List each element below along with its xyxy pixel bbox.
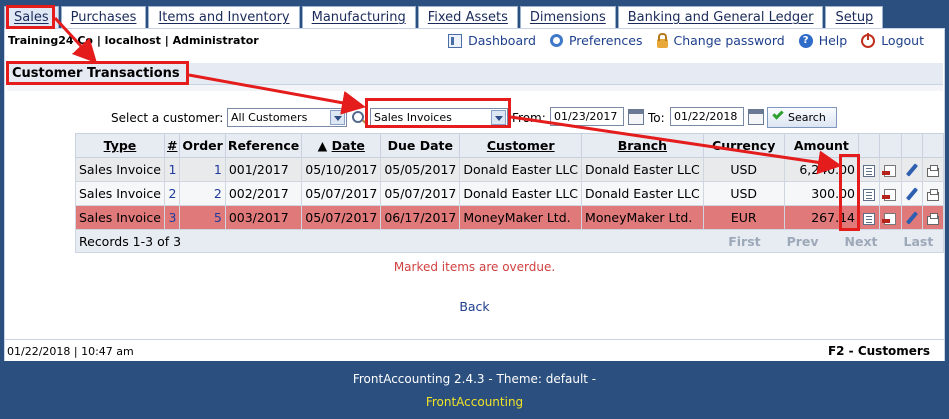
column-header-type[interactable]: Type xyxy=(75,133,165,158)
column-header-number[interactable]: # xyxy=(163,133,181,158)
checkmark-icon xyxy=(772,108,784,120)
transaction-number-link[interactable]: 1 xyxy=(163,157,181,182)
back-link[interactable]: Back xyxy=(5,299,944,314)
edit-icon[interactable] xyxy=(905,163,918,177)
customer-label: Select a customer: xyxy=(111,111,224,125)
chevron-down-icon xyxy=(330,110,345,125)
column-header-due-date: Due Date xyxy=(380,133,461,158)
lock-icon xyxy=(656,32,668,48)
calendar-icon[interactable] xyxy=(628,109,644,125)
status-bar: 01/22/2018 | 10:47 am F2 - Customers xyxy=(5,339,944,361)
order-link[interactable]: 1 xyxy=(179,157,226,182)
credit-note-icon[interactable] xyxy=(882,212,897,225)
gear-icon xyxy=(549,34,563,47)
top-bar: Training24 Co | localhost | Administrato… xyxy=(5,29,944,53)
column-header-branch[interactable]: Branch xyxy=(581,133,704,158)
nav-last[interactable]: Last xyxy=(904,234,934,249)
status-datetime: 01/22/2018 | 10:47 am xyxy=(7,345,134,358)
print-icon[interactable] xyxy=(927,188,940,201)
customer-select[interactable]: All Customers xyxy=(227,108,347,127)
pagination-row: Records 1-3 of 3 First Prev Next Last xyxy=(75,229,945,253)
footer-link[interactable]: FrontAccounting xyxy=(0,395,949,409)
credit-note-icon[interactable] xyxy=(882,164,897,177)
column-header-reference: Reference xyxy=(224,133,303,158)
to-label: To: xyxy=(648,111,665,125)
edit-icon[interactable] xyxy=(905,211,918,225)
view-gl-icon[interactable] xyxy=(863,164,876,177)
print-icon[interactable] xyxy=(927,212,940,225)
search-button[interactable]: Search xyxy=(767,107,837,128)
filter-bar: Select a customer: All Customers Sales I… xyxy=(5,107,944,129)
calendar-icon[interactable] xyxy=(748,109,764,125)
logout-link[interactable]: Logout xyxy=(861,32,924,48)
transaction-type-select[interactable]: Sales Invoices xyxy=(370,108,508,127)
column-header-date[interactable]: ▲ Date xyxy=(301,133,382,158)
overdue-note: Marked items are overdue. xyxy=(393,260,556,274)
transaction-number-link[interactable]: 2 xyxy=(163,181,181,206)
view-gl-icon[interactable] xyxy=(863,212,876,225)
transaction-number-link[interactable]: 3 xyxy=(163,205,181,230)
main-menu-tabs: Sales Purchases Items and Inventory Manu… xyxy=(4,0,885,34)
column-header-currency: Currency xyxy=(702,133,785,158)
change-password-link[interactable]: Change password xyxy=(656,32,785,48)
status-shortcut: F2 - Customers xyxy=(827,344,930,358)
chevron-down-icon xyxy=(491,110,506,125)
search-icon[interactable] xyxy=(352,111,364,123)
main-panel: Training24 Co | localhost | Administrato… xyxy=(4,28,945,361)
header-links: Dashboard Preferences Change password ? H… xyxy=(448,32,924,48)
column-header-amount: Amount xyxy=(783,133,859,158)
power-icon xyxy=(861,32,876,48)
print-icon[interactable] xyxy=(927,164,940,177)
table-row: Sales Invoice 1 1 001/2017 05/10/2017 05… xyxy=(75,157,945,182)
company-info: Training24 Co | localhost | Administrato… xyxy=(8,34,259,47)
column-header-customer[interactable]: Customer xyxy=(459,133,583,158)
from-date-input[interactable]: 01/23/2017 xyxy=(550,107,624,126)
records-count: Records 1-3 of 3 xyxy=(75,229,704,253)
nav-next[interactable]: Next xyxy=(845,234,878,249)
nav-first[interactable]: First xyxy=(728,234,760,249)
order-link[interactable]: 5 xyxy=(179,205,226,230)
transactions-table: Type # Order Reference ▲ Date Due Date C… xyxy=(75,133,945,253)
credit-note-icon[interactable] xyxy=(882,188,897,201)
table-row-overdue: Sales Invoice 3 5 003/2017 05/07/2017 06… xyxy=(75,205,945,230)
preferences-link[interactable]: Preferences xyxy=(549,33,643,48)
to-date-input[interactable]: 01/22/2018 xyxy=(670,107,744,126)
column-header-order: Order xyxy=(179,133,226,158)
help-link[interactable]: ? Help xyxy=(798,33,847,48)
from-label: From: xyxy=(512,111,546,125)
view-gl-icon[interactable] xyxy=(863,188,876,201)
nav-prev[interactable]: Prev xyxy=(787,234,819,249)
dashboard-icon xyxy=(448,33,463,48)
table-row: Sales Invoice 2 2 002/2017 05/07/2017 05… xyxy=(75,181,945,206)
footer-version: FrontAccounting 2.4.3 - Theme: default - xyxy=(352,372,597,386)
page-title: Customer Transactions xyxy=(7,63,943,85)
edit-icon[interactable] xyxy=(905,187,918,201)
order-link[interactable]: 2 xyxy=(179,181,226,206)
dashboard-link[interactable]: Dashboard xyxy=(448,33,536,48)
help-icon: ? xyxy=(798,33,813,48)
